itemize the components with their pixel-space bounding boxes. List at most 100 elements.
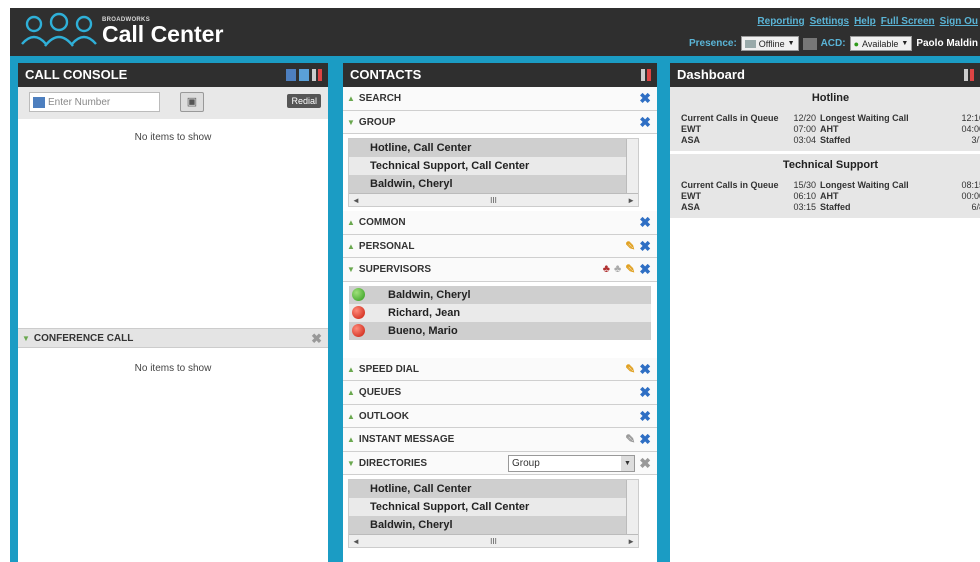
list-item[interactable]: Technical Support, Call Center	[349, 157, 638, 175]
notes-icon[interactable]	[299, 69, 309, 81]
number-placeholder: Enter Number	[48, 96, 111, 108]
edit-pencil-icon[interactable]: ✎	[625, 258, 635, 281]
number-input[interactable]: Enter Number	[29, 92, 160, 112]
edit-pencil-icon[interactable]: ✎	[625, 235, 635, 258]
horizontal-scrollbar[interactable]: ◄ III ►	[349, 193, 638, 206]
help-link[interactable]: Help	[854, 16, 876, 27]
edit-pencil-icon[interactable]: ✎	[625, 358, 635, 381]
header-links: Reporting Settings Help Full Screen Sign…	[757, 16, 978, 27]
close-icon[interactable]: ✖	[639, 381, 651, 404]
close-icon[interactable]: ✖	[639, 111, 651, 134]
section-outlook[interactable]: ▲ OUTLOOK ✖	[343, 404, 657, 428]
close-icon[interactable]: ✖	[639, 452, 651, 475]
chevron-down-icon: ▼	[787, 40, 795, 47]
section-label: SUPERVISORS	[358, 264, 431, 275]
close-icon[interactable]: ✖	[639, 211, 651, 234]
edit-pencil-icon[interactable]: ✎	[625, 428, 635, 451]
section-instant-message[interactable]: ▲ INSTANT MESSAGE ✎ ✖	[343, 428, 657, 452]
settings-tools-icon[interactable]	[641, 69, 651, 81]
close-icon[interactable]: ✖	[639, 358, 651, 381]
list-item[interactable]: Bueno, Mario	[349, 321, 651, 340]
list-item[interactable]: Richard, Jean	[349, 303, 651, 322]
scroll-left-icon[interactable]: ◄	[352, 537, 360, 546]
stat-value: 12/20	[793, 113, 816, 123]
call-console-header: CALL CONSOLE	[18, 63, 328, 87]
section-queues[interactable]: ▲ QUEUES ✖	[343, 381, 657, 405]
calls-empty-message: No items to show	[134, 132, 212, 143]
reporting-link[interactable]: Reporting	[757, 16, 804, 27]
supervisor-name: Richard, Jean	[388, 306, 461, 319]
redial-button[interactable]: Redial	[287, 94, 321, 108]
stat-value: 07:00	[793, 124, 816, 134]
close-icon[interactable]: ✖	[639, 405, 651, 428]
scroll-thumb[interactable]: III	[490, 196, 497, 205]
presence-icon	[744, 39, 756, 48]
stat-label: Longest Waiting Call	[820, 113, 909, 123]
scroll-thumb[interactable]: III	[490, 537, 497, 546]
acd-phone-icon	[802, 37, 817, 50]
vertical-scrollbar[interactable]	[626, 480, 638, 534]
stat-value: 04:00	[961, 124, 980, 134]
stat-value: 6/8	[971, 202, 980, 212]
brand-title: Call Center	[102, 21, 224, 47]
list-item[interactable]: Baldwin, Cheryl	[349, 175, 638, 193]
close-icon[interactable]: ✖	[311, 329, 322, 348]
settings-tools-icon[interactable]	[964, 69, 974, 81]
status-busy-icon	[352, 324, 365, 337]
presence-value: Offline	[758, 38, 785, 49]
collapse-arrow-icon: ▼	[347, 265, 355, 274]
list-item[interactable]: Baldwin, Cheryl	[349, 516, 638, 534]
section-common[interactable]: ▲ COMMON ✖	[343, 211, 657, 235]
stat-value: 06:10	[793, 191, 816, 201]
section-label: PERSONAL	[358, 240, 415, 252]
list-item[interactable]: Technical Support, Call Center	[349, 498, 638, 516]
add-supervisor-icon[interactable]: ♣	[603, 258, 610, 281]
stat-value: 3/7	[971, 135, 980, 145]
sign-out-link[interactable]: Sign Ou	[940, 16, 978, 27]
list-item[interactable]: Hotline, Call Center	[349, 480, 638, 498]
close-icon[interactable]: ✖	[639, 428, 651, 451]
section-group[interactable]: ▼ GROUP ✖	[343, 110, 657, 134]
remove-supervisor-icon[interactable]: ♣	[614, 258, 621, 281]
full-screen-link[interactable]: Full Screen	[881, 16, 935, 27]
supervisor-name: Baldwin, Cheryl	[388, 288, 471, 301]
stat-value: 03:04	[793, 135, 816, 145]
clear-button[interactable]: ▣	[180, 92, 204, 112]
panel-title: Dashboard	[677, 67, 745, 82]
scroll-left-icon[interactable]: ◄	[352, 196, 360, 205]
scroll-right-icon[interactable]: ►	[627, 537, 635, 546]
horizontal-scrollbar[interactable]: ◄ III ►	[349, 534, 638, 547]
dialpad-icon[interactable]	[33, 96, 45, 108]
section-personal[interactable]: ▲ PERSONAL ✎ ✖	[343, 234, 657, 258]
list-item[interactable]: Baldwin, Cheryl	[349, 285, 651, 304]
stat-value: 12:10	[961, 113, 980, 123]
conference-call-header[interactable]: ▼ CONFERENCE CALL ✖	[18, 328, 328, 348]
acd-dropdown[interactable]: ● Available ▼	[849, 36, 913, 51]
close-icon[interactable]: ✖	[639, 235, 651, 258]
close-icon[interactable]: ✖	[639, 258, 651, 281]
list-item[interactable]: Hotline, Call Center	[349, 139, 638, 157]
queue-name: Technical Support	[782, 159, 879, 171]
chevron-down-icon[interactable]: ▼	[621, 455, 634, 471]
section-supervisors[interactable]: ▼ SUPERVISORS ♣ ♣ ✎ ✖	[343, 258, 657, 282]
transfer-icon[interactable]	[286, 69, 296, 81]
expand-arrow-icon: ▲	[347, 435, 355, 444]
section-speed-dial[interactable]: ▲ SPEED DIAL ✎ ✖	[343, 357, 657, 381]
settings-tools-icon[interactable]	[312, 69, 322, 81]
brand-logo: BROADWORKS Call Center	[20, 12, 223, 48]
agent-available-icon: ●	[853, 38, 860, 49]
presence-dropdown[interactable]: Offline ▼	[740, 36, 799, 51]
vertical-scrollbar[interactable]	[626, 139, 638, 193]
scroll-right-icon[interactable]: ►	[627, 196, 635, 205]
stat-label: AHT	[820, 191, 839, 201]
stat-label: Staffed	[820, 135, 851, 145]
section-directories[interactable]: ▼ DIRECTORIES Group ▼ ✖	[343, 451, 657, 475]
section-label: OUTLOOK	[358, 410, 409, 422]
close-icon[interactable]: ✖	[639, 87, 651, 110]
queue-stats-technical-support: Technical Support Current Calls in Queue…	[670, 154, 980, 221]
stat-label: Staffed	[820, 202, 851, 212]
contacts-header: CONTACTS	[343, 63, 657, 87]
settings-link[interactable]: Settings	[810, 16, 849, 27]
section-search[interactable]: ▲ SEARCH ✖	[343, 87, 657, 111]
directory-select[interactable]: Group ▼	[508, 454, 635, 472]
